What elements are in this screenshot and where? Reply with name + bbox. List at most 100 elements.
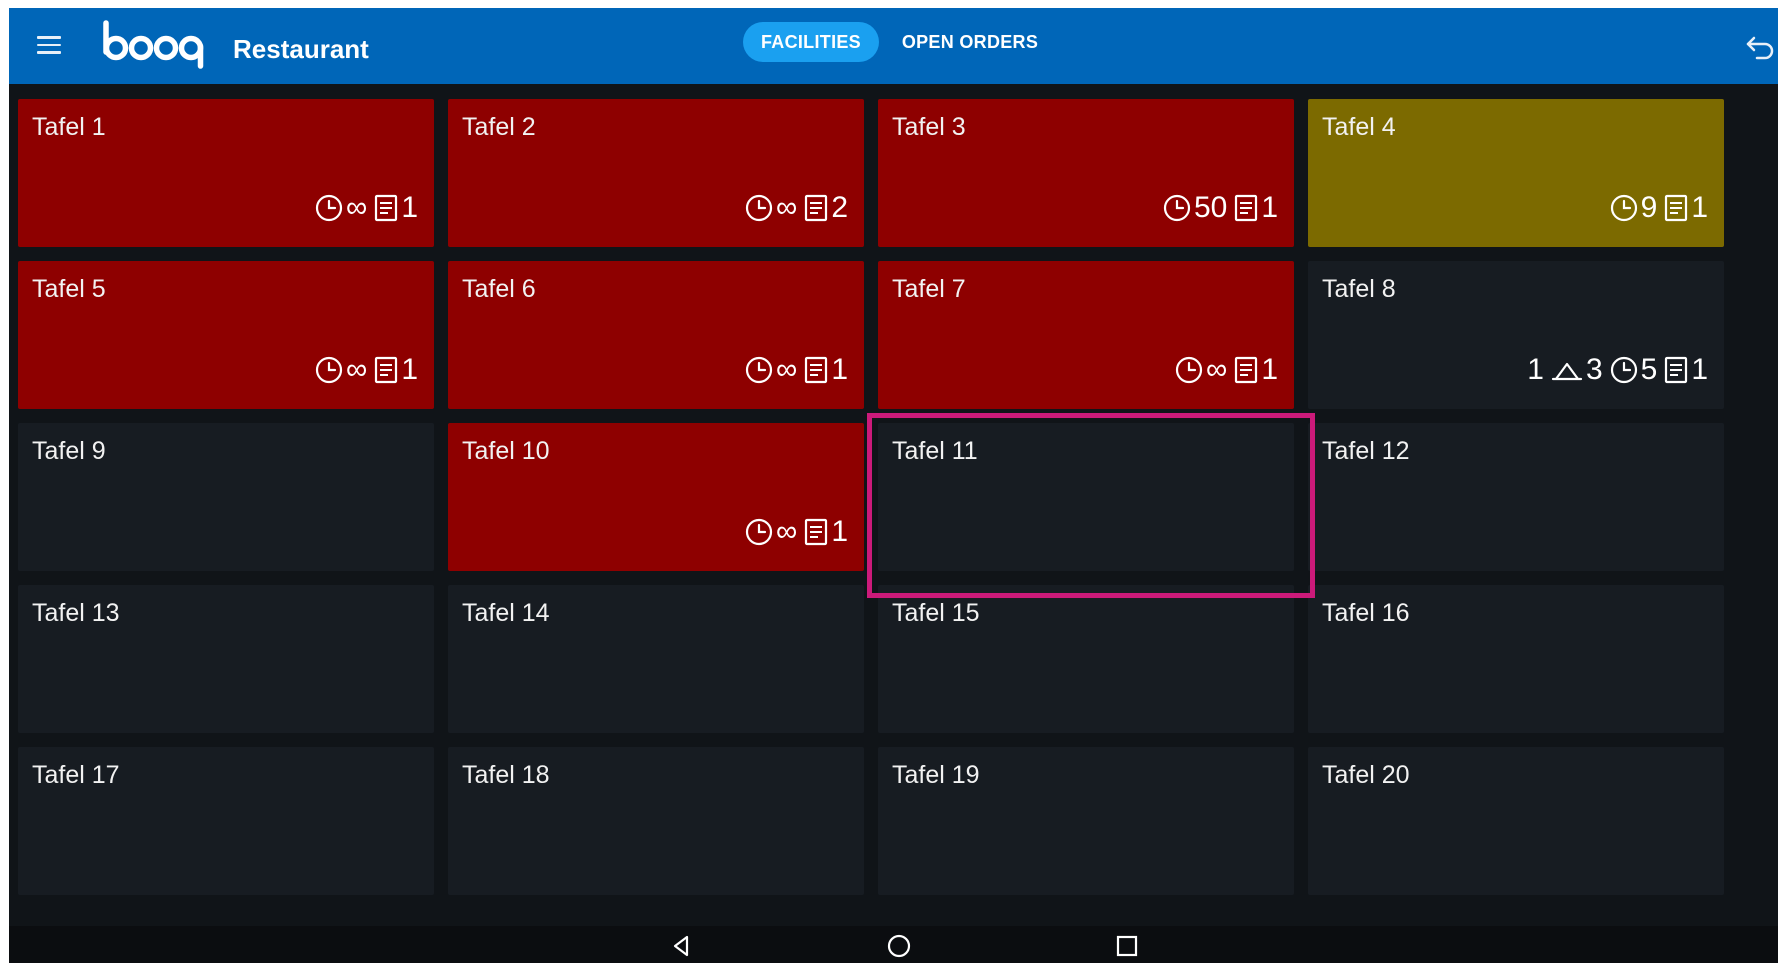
- order-count: 1: [1691, 191, 1708, 224]
- receipt-icon: [1665, 194, 1688, 222]
- table-name: Tafel 1: [32, 113, 106, 141]
- receipt-icon: [1665, 356, 1688, 384]
- table-name: Tafel 14: [462, 599, 550, 627]
- table-tile-4[interactable]: Tafel 4 91: [1308, 99, 1724, 247]
- receipt-icon: [1235, 356, 1258, 384]
- table-indicators: ∞ 1: [1174, 353, 1278, 387]
- table-grid: Tafel 1 ∞ 1 Tafel 2 ∞ 2 Tafel 3 50 1 Tafel …: [18, 99, 1724, 895]
- time-elapsed: ∞: [775, 353, 798, 386]
- table-tile-7[interactable]: Tafel 7 ∞ 1: [878, 261, 1294, 409]
- table-indicators: ∞ 1: [314, 191, 418, 225]
- time-elapsed: 9: [1640, 191, 1658, 224]
- clock-icon: [315, 356, 343, 384]
- table-tile-1[interactable]: Tafel 1 ∞ 1: [18, 99, 434, 247]
- table-tile-3[interactable]: Tafel 3 50 1: [878, 99, 1294, 247]
- clock-icon: [745, 518, 773, 546]
- table-name: Tafel 20: [1322, 761, 1410, 789]
- clock-icon: [1610, 356, 1637, 384]
- order-count: 2: [831, 191, 848, 224]
- course-count: 1: [1527, 353, 1544, 386]
- app-title: Restaurant: [233, 34, 369, 64]
- table-tile-19[interactable]: Tafel 19: [878, 747, 1294, 895]
- table-name: Tafel 9: [32, 437, 106, 465]
- table-name: Tafel 5: [32, 275, 106, 303]
- triangle-back-icon[interactable]: [667, 932, 695, 960]
- table-indicators: ∞ 2: [744, 191, 848, 225]
- table-tile-6[interactable]: Tafel 6 ∞ 1: [448, 261, 864, 409]
- table-indicators: 50 1: [1162, 191, 1278, 225]
- receipt-icon: [375, 356, 398, 384]
- table-name: Tafel 8: [1322, 275, 1396, 303]
- table-name: Tafel 17: [32, 761, 120, 789]
- table-name: Tafel 3: [892, 113, 966, 141]
- clock-icon: [745, 356, 773, 384]
- table-tile-14[interactable]: Tafel 14: [448, 585, 864, 733]
- order-count: 1: [831, 353, 848, 386]
- order-count: 1: [1691, 353, 1708, 386]
- table-indicators: 91: [1609, 191, 1708, 225]
- table-tile-12[interactable]: Tafel 12: [1308, 423, 1724, 571]
- order-count: 1: [1261, 353, 1278, 386]
- table-tile-2[interactable]: Tafel 2 ∞ 2: [448, 99, 864, 247]
- clock-icon: [1610, 194, 1637, 222]
- receipt-icon: [805, 194, 828, 222]
- time-elapsed: ∞: [345, 191, 368, 224]
- circle-home-icon[interactable]: [885, 932, 913, 960]
- table-name: Tafel 16: [1322, 599, 1410, 627]
- table-tile-5[interactable]: Tafel 5 ∞ 1: [18, 261, 434, 409]
- table-name: Tafel 15: [892, 599, 980, 627]
- table-name: Tafel 13: [32, 599, 120, 627]
- time-elapsed: ∞: [1205, 353, 1228, 386]
- table-tile-13[interactable]: Tafel 13: [18, 585, 434, 733]
- table-name: Tafel 10: [462, 437, 550, 465]
- table-tile-8[interactable]: Tafel 8 1351: [1308, 261, 1724, 409]
- table-name: Tafel 11: [892, 437, 978, 465]
- table-name: Tafel 4: [1322, 113, 1396, 141]
- clock-icon: [1163, 194, 1191, 222]
- time-elapsed: ∞: [345, 353, 368, 386]
- android-nav-bar: [9, 926, 1778, 963]
- table-tile-16[interactable]: Tafel 16: [1308, 585, 1724, 733]
- time-elapsed: 50: [1193, 191, 1228, 224]
- undo-back-arrow-icon[interactable]: [1745, 34, 1775, 60]
- top-app-bar: Restaurant FACILITIES OPEN ORDERS: [9, 8, 1778, 84]
- course-number: 3: [1585, 353, 1603, 386]
- tab-facilities[interactable]: FACILITIES: [743, 22, 879, 62]
- table-indicators: ∞ 1: [744, 515, 848, 549]
- table-name: Tafel 12: [1322, 437, 1410, 465]
- time-elapsed: ∞: [775, 191, 798, 224]
- table-name: Tafel 6: [462, 275, 536, 303]
- order-count: 1: [1261, 191, 1278, 224]
- time-elapsed: 5: [1640, 353, 1658, 386]
- table-name: Tafel 2: [462, 113, 536, 141]
- square-recents-icon[interactable]: [1113, 932, 1141, 960]
- clock-icon: [745, 194, 773, 222]
- hamburger-menu-icon[interactable]: [37, 36, 61, 54]
- table-tile-20[interactable]: Tafel 20: [1308, 747, 1724, 895]
- receipt-icon: [805, 356, 828, 384]
- tablet-screen: Restaurant FACILITIES OPEN ORDERS Tafel …: [9, 8, 1778, 963]
- tab-open-orders[interactable]: OPEN ORDERS: [895, 22, 1045, 62]
- time-elapsed: ∞: [775, 515, 798, 548]
- table-tile-10[interactable]: Tafel 10 ∞ 1: [448, 423, 864, 571]
- table-name: Tafel 18: [462, 761, 550, 789]
- receipt-icon: [1235, 194, 1258, 222]
- receipt-icon: [375, 194, 398, 222]
- table-name: Tafel 19: [892, 761, 980, 789]
- order-count: 1: [831, 515, 848, 548]
- receipt-icon: [805, 518, 828, 546]
- booq-logo: [103, 20, 204, 69]
- table-tile-18[interactable]: Tafel 18: [448, 747, 864, 895]
- table-tile-9[interactable]: Tafel 9: [18, 423, 434, 571]
- order-count: 1: [401, 191, 418, 224]
- clock-icon: [1175, 356, 1203, 384]
- table-tile-15[interactable]: Tafel 15: [878, 585, 1294, 733]
- table-tile-17[interactable]: Tafel 17: [18, 747, 434, 895]
- table-indicators: 1351: [1525, 353, 1708, 387]
- table-tile-11[interactable]: Tafel 11: [878, 423, 1294, 571]
- table-name: Tafel 7: [892, 275, 966, 303]
- cloche-icon: [1551, 362, 1583, 381]
- clock-icon: [315, 194, 343, 222]
- table-indicators: ∞ 1: [314, 353, 418, 387]
- table-indicators: ∞ 1: [744, 353, 848, 387]
